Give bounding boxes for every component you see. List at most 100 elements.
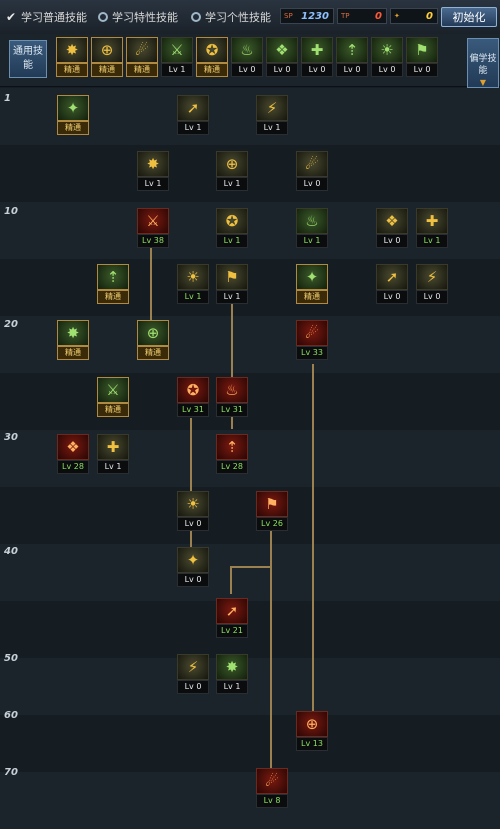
skill-slot[interactable]: ✪ Lv 31 [177, 377, 209, 419]
skill-slot[interactable]: ✚ Lv 1 [416, 208, 448, 250]
qp-value: 0 [426, 10, 433, 22]
skill-slot[interactable]: ☀ Lv 1 [177, 264, 209, 306]
skill-slot[interactable]: ❖ Lv 0 [376, 208, 408, 250]
skill-level: Lv 0 [336, 63, 368, 77]
level-label: 10 [4, 206, 18, 217]
skill-level: Lv 1 [177, 290, 209, 304]
skill-slot[interactable]: ⚔ Lv 1 [161, 37, 193, 79]
skill-icon: ⚑ [256, 491, 288, 517]
skill-slot[interactable]: ⚡ Lv 0 [177, 654, 209, 696]
level-label: 70 [4, 767, 18, 778]
skill-icon: ✪ [196, 37, 228, 63]
skill-icon: ⇡ [336, 37, 368, 63]
skill-slot[interactable]: ✸ 精通 [56, 37, 88, 79]
skill-slot[interactable]: ✪ Lv 1 [216, 208, 248, 250]
skill-slot[interactable]: ➚ Lv 0 [376, 264, 408, 306]
skill-level: Lv 1 [161, 63, 193, 77]
skill-slot[interactable]: ☄ Lv 8 [256, 768, 288, 810]
skill-slot[interactable]: ✸ 精通 [57, 320, 89, 362]
skill-level: Lv 0 [301, 63, 333, 77]
skill-icon: ⚑ [216, 264, 248, 290]
skill-slot[interactable]: ⊕ Lv 13 [296, 711, 328, 753]
skill-icon: ❖ [266, 37, 298, 63]
skill-slot[interactable]: ➚ Lv 21 [216, 598, 248, 640]
sp-counter: SP 1230 [280, 8, 334, 24]
skill-icon: ⇡ [216, 434, 248, 460]
skill-slot[interactable]: ♨ Lv 1 [296, 208, 328, 250]
skill-icon: ➚ [177, 95, 209, 121]
skill-slot[interactable]: ❖ Lv 28 [57, 434, 89, 476]
learned-skills-button[interactable]: 偏学技能 ▼ [467, 38, 499, 88]
reset-button[interactable]: 初始化 [441, 7, 497, 27]
level-label: 1 [4, 93, 11, 104]
skill-slot[interactable]: ✚ Lv 0 [301, 37, 333, 79]
skill-icon: ⚡ [177, 654, 209, 680]
skill-level: Lv 1 [97, 460, 129, 474]
skill-slot[interactable]: ♨ Lv 31 [216, 377, 248, 419]
skill-level: Lv 0 [177, 680, 209, 694]
skill-slot[interactable]: ❖ Lv 0 [266, 37, 298, 79]
skill-slot[interactable]: ⚔ 精通 [97, 377, 129, 419]
skill-level: Lv 21 [216, 624, 248, 638]
skill-slot[interactable]: ☄ Lv 0 [296, 151, 328, 193]
skill-icon: ✚ [301, 37, 333, 63]
tab-common-label: 学习普通技能 [21, 11, 87, 24]
skill-slot[interactable]: ✸ Lv 1 [216, 654, 248, 696]
skill-slot[interactable]: ⊕ 精通 [91, 37, 123, 79]
skill-slot[interactable]: ➚ Lv 1 [177, 95, 209, 137]
skill-slot[interactable]: ☀ Lv 0 [371, 37, 403, 79]
skill-icon: ☄ [296, 151, 328, 177]
skill-slot[interactable]: ⇡ Lv 28 [216, 434, 248, 476]
skill-icon: ☀ [177, 264, 209, 290]
skill-slot[interactable]: ⚔ Lv 38 [137, 208, 169, 250]
skill-level: Lv 1 [216, 680, 248, 694]
skill-slot[interactable]: ⚑ Lv 0 [406, 37, 438, 79]
skill-slot[interactable]: ✸ Lv 1 [137, 151, 169, 193]
skill-slot[interactable]: ⇡ 精通 [97, 264, 129, 306]
skill-slot[interactable]: ✪ 精通 [196, 37, 228, 79]
radio-icon [191, 12, 201, 22]
skill-slot[interactable]: ⇡ Lv 0 [336, 37, 368, 79]
grid-row [0, 145, 500, 202]
skill-icon: ♨ [296, 208, 328, 234]
skill-slot[interactable]: ♨ Lv 0 [231, 37, 263, 79]
skill-slot[interactable]: ⊕ Lv 1 [216, 151, 248, 193]
radio-icon [98, 12, 108, 22]
prerequisite-line [270, 530, 272, 788]
skill-slot[interactable]: ⚑ Lv 26 [256, 491, 288, 533]
skill-slot[interactable]: ☄ 精通 [126, 37, 158, 79]
sp-label: SP [284, 12, 293, 20]
skill-icon: ⚔ [137, 208, 169, 234]
skill-icon: ⚔ [97, 377, 129, 403]
skill-level: Lv 0 [376, 234, 408, 248]
skill-slot[interactable]: ⊕ 精通 [137, 320, 169, 362]
skill-slot[interactable]: ⚡ Lv 1 [256, 95, 288, 137]
skill-slot[interactable]: ⚡ Lv 0 [416, 264, 448, 306]
tab-special-skills[interactable]: 学习特性技能 [98, 8, 178, 26]
skill-slot[interactable]: ✚ Lv 1 [97, 434, 129, 476]
skill-slot[interactable]: ☄ Lv 33 [296, 320, 328, 362]
tab-common-skills[interactable]: ✔ 学习普通技能 [6, 8, 87, 26]
learned-skills-label: 偏学技能 [469, 54, 497, 76]
skill-level: Lv 1 [216, 177, 248, 191]
tab-personal-label: 学习个性技能 [205, 11, 271, 24]
skill-slot[interactable]: ⚑ Lv 1 [216, 264, 248, 306]
skill-level: 精通 [196, 63, 228, 77]
skill-icon: ❖ [57, 434, 89, 460]
skill-icon: ➚ [376, 264, 408, 290]
skill-slot[interactable]: ✦ 精通 [296, 264, 328, 306]
skill-level: Lv 1 [296, 234, 328, 248]
skill-slot[interactable]: ☀ Lv 0 [177, 491, 209, 533]
skill-level: Lv 33 [296, 346, 328, 360]
tab-personal-skills[interactable]: 学习个性技能 [191, 8, 271, 26]
tp-counter: TP 0 [337, 8, 387, 24]
skill-level: 精通 [126, 63, 158, 77]
skill-slot[interactable]: ✦ 精通 [57, 95, 89, 137]
skill-icon: ⊕ [91, 37, 123, 63]
skill-icon: ✸ [137, 151, 169, 177]
skill-slot[interactable]: ✦ Lv 0 [177, 547, 209, 589]
skill-level: 精通 [57, 346, 89, 360]
skill-icon: ☄ [256, 768, 288, 794]
skill-icon: ⇡ [97, 264, 129, 290]
level-label: 40 [4, 546, 18, 557]
